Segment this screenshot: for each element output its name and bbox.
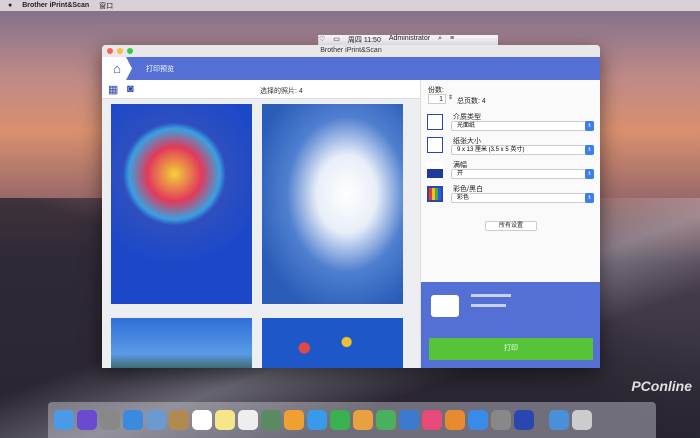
media-type-value: 光面纸 [457, 123, 476, 129]
zoom-grid-icon[interactable]: ▦ [108, 83, 120, 96]
print-button[interactable]: 打印 [429, 338, 593, 360]
borderless-value: 开 [457, 171, 464, 177]
paper-size-select[interactable]: 9 x 13 厘米 (3.5 x 5 英寸) ⇕ [451, 145, 594, 155]
safari-icon[interactable] [123, 410, 143, 430]
paper-size-value: 9 x 13 厘米 (3.5 x 5 英寸) [457, 147, 525, 153]
maps-icon[interactable] [261, 410, 281, 430]
app-window: Brother iPrint&Scan ⌂ 打印预览 ▦ ◙ 选择的照片: 4 … [102, 45, 600, 368]
keynote-icon[interactable] [399, 410, 419, 430]
photos-icon[interactable] [284, 410, 304, 430]
contacts-icon[interactable] [169, 410, 189, 430]
borderless-icon [427, 162, 443, 178]
paper-size-icon [427, 137, 443, 153]
photo-balloon[interactable] [111, 104, 252, 304]
messages-icon[interactable] [307, 410, 327, 430]
watermark: PConline [631, 378, 692, 394]
borderless-select[interactable]: 开 ⇕ [451, 169, 594, 179]
ibooks-icon[interactable] [445, 410, 465, 430]
chevron-updown-icon: ⇕ [585, 169, 594, 179]
color-select[interactable]: 彩色 ⇕ [451, 193, 594, 203]
zoom-preview-icon[interactable]: ◙ [127, 83, 139, 95]
home-button[interactable]: ⌂ [102, 57, 132, 80]
page-title: 打印预览 [146, 66, 174, 73]
title-bar: Brother iPrint&Scan [102, 45, 600, 57]
dock [48, 402, 656, 438]
folder-icon[interactable] [549, 410, 569, 430]
itunes-icon[interactable] [422, 410, 442, 430]
system-preferences-icon[interactable] [491, 410, 511, 430]
printer-icon [431, 295, 459, 317]
zoom-button[interactable] [127, 48, 133, 54]
numbers-icon[interactable] [376, 410, 396, 430]
close-button[interactable] [107, 48, 113, 54]
photo-palms[interactable] [111, 318, 252, 368]
trash-icon[interactable] [572, 410, 592, 430]
launchpad-icon[interactable] [100, 410, 120, 430]
siri-icon[interactable] [77, 410, 97, 430]
notes-icon[interactable] [215, 410, 235, 430]
finder-icon[interactable] [54, 410, 74, 430]
copies-input[interactable]: 1 [428, 94, 446, 104]
calendar-icon[interactable] [192, 410, 212, 430]
settings-panel: 份数: 1 ⇕ 总页数: 4 介质类型 光面纸 ⇕ 纸张大小 9 x 13 厘米 … [420, 80, 600, 368]
media-type-icon [427, 114, 443, 130]
selected-count: 选择的照片: 4 [260, 88, 303, 95]
minimize-button[interactable] [117, 48, 123, 54]
printer-status [471, 304, 506, 307]
photo-clouds[interactable] [262, 104, 403, 304]
facetime-icon[interactable] [330, 410, 350, 430]
window-title: Brother iPrint&Scan [320, 47, 382, 54]
header-bar: ⌂ 打印预览 [102, 57, 600, 80]
apple-icon[interactable]: ● [8, 2, 12, 9]
window-menu[interactable]: 窗口 [99, 1, 113, 11]
color-value: 彩色 [457, 195, 470, 201]
app-menu[interactable]: Brother iPrint&Scan [22, 2, 89, 9]
printer-name [471, 294, 511, 297]
chevron-updown-icon: ⇕ [585, 145, 594, 155]
iprint-scan-icon[interactable] [514, 410, 534, 430]
menu-bar: ● Brother iPrint&Scan 窗口 ♡ ▭ 周四 11:50 Ad… [0, 0, 700, 323]
printer-panel[interactable]: 打印 [421, 282, 600, 368]
home-icon: ⌂ [113, 61, 121, 76]
preview-area [102, 99, 420, 368]
app-store-icon[interactable] [468, 410, 488, 430]
chevron-updown-icon: ⇕ [585, 193, 594, 203]
chevron-updown-icon: ⇕ [585, 121, 594, 131]
all-settings-button[interactable]: 所有设置 [485, 221, 537, 231]
photo-balloons[interactable] [262, 318, 403, 368]
mail-icon[interactable] [146, 410, 166, 430]
pages-icon[interactable] [353, 410, 373, 430]
color-icon [427, 186, 443, 202]
media-type-select[interactable]: 光面纸 ⇕ [451, 121, 594, 131]
reminders-icon[interactable] [238, 410, 258, 430]
total-pages: 总页数: 4 [457, 98, 486, 105]
copies-stepper[interactable]: ⇕ [448, 94, 453, 101]
